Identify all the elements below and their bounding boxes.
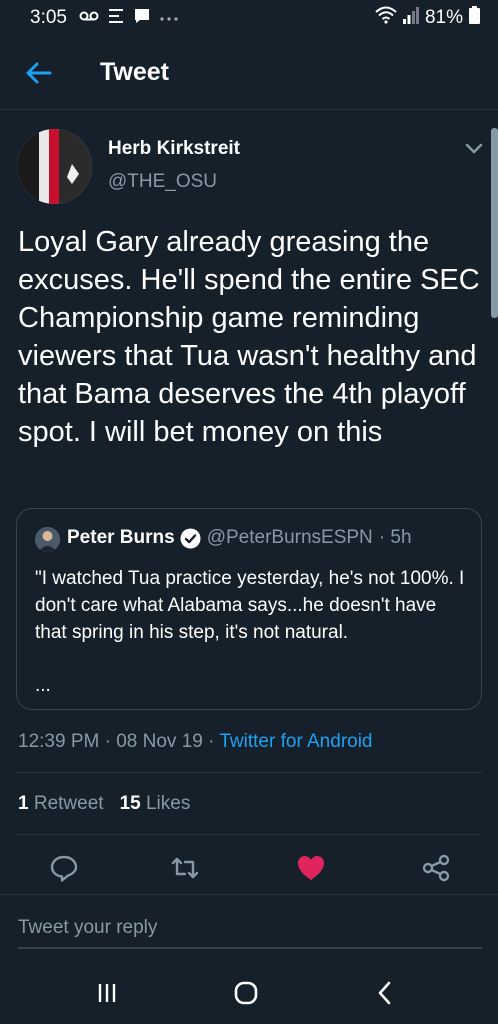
quoted-avatar — [35, 527, 60, 552]
reply-icon[interactable] — [49, 853, 79, 883]
like-count: 15 — [119, 793, 141, 814]
tweet-source-link[interactable]: Twitter for Android — [219, 731, 372, 752]
system-nav-bar — [0, 958, 498, 1024]
like-stat[interactable]: 15 Likes — [120, 793, 191, 814]
reply-bar — [0, 894, 498, 958]
chevron-down-icon[interactable] — [464, 140, 484, 156]
divider — [16, 834, 482, 835]
wifi-icon — [375, 6, 397, 30]
tweet-timestamp: 12:39 PM · 08 Nov 19 · — [18, 731, 215, 752]
arrow-left-icon[interactable] — [24, 58, 54, 88]
message-icon — [133, 7, 151, 30]
quoted-header: Peter Burns @PeterBurnsESPN · 5h — [67, 527, 412, 549]
verified-icon — [180, 528, 201, 549]
back-nav-icon[interactable] — [370, 978, 400, 1008]
quoted-text: "I watched Tua practice yesterday, he's … — [35, 568, 465, 643]
share-icon[interactable] — [421, 853, 451, 883]
divider — [16, 772, 482, 773]
retweet-count: 1 — [18, 793, 29, 814]
quoted-name: Peter Burns — [67, 527, 175, 548]
tweet-stats: 1 Retweet 15 Likes — [18, 793, 190, 815]
scrollbar-thumb[interactable] — [491, 128, 498, 318]
reply-input[interactable] — [18, 909, 482, 949]
quoted-handle: @PeterBurnsESPN — [206, 527, 373, 548]
author-name[interactable]: Herb Kirkstreit — [108, 138, 240, 160]
status-right: 81% — [375, 6, 480, 30]
retweet-stat[interactable]: 1 Retweet — [18, 793, 104, 814]
page-title: Tweet — [100, 58, 169, 86]
quoted-tweet[interactable]: Peter Burns @PeterBurnsESPN · 5h "I watc… — [16, 508, 482, 710]
quoted-time: · 5h — [378, 527, 412, 548]
author-handle[interactable]: @THE_OSU — [108, 171, 217, 193]
recent-apps-icon[interactable] — [92, 978, 122, 1008]
tweet-text: Loyal Gary already greasing the excuses.… — [18, 226, 480, 448]
battery-icon — [469, 6, 480, 30]
more-icon — [159, 9, 179, 27]
retweet-label: Retweet — [33, 793, 104, 814]
status-time: 3:05 — [30, 7, 67, 28]
signal-icon — [402, 6, 419, 30]
tweet-meta: 12:39 PM · 08 Nov 19 · Twitter for Andro… — [18, 731, 373, 753]
home-icon[interactable] — [231, 978, 261, 1008]
like-label: Likes — [145, 793, 191, 814]
notification-icon — [107, 7, 125, 30]
quoted-ellipsis: ... — [35, 675, 51, 696]
retweet-icon[interactable] — [170, 853, 200, 883]
like-icon[interactable] — [296, 853, 326, 883]
voicemail-icon — [79, 9, 99, 27]
battery-percent: 81% — [424, 7, 463, 28]
avatar[interactable] — [17, 129, 92, 204]
top-app-bar: Tweet — [0, 36, 498, 110]
status-bar: 3:05 81% — [0, 0, 498, 36]
